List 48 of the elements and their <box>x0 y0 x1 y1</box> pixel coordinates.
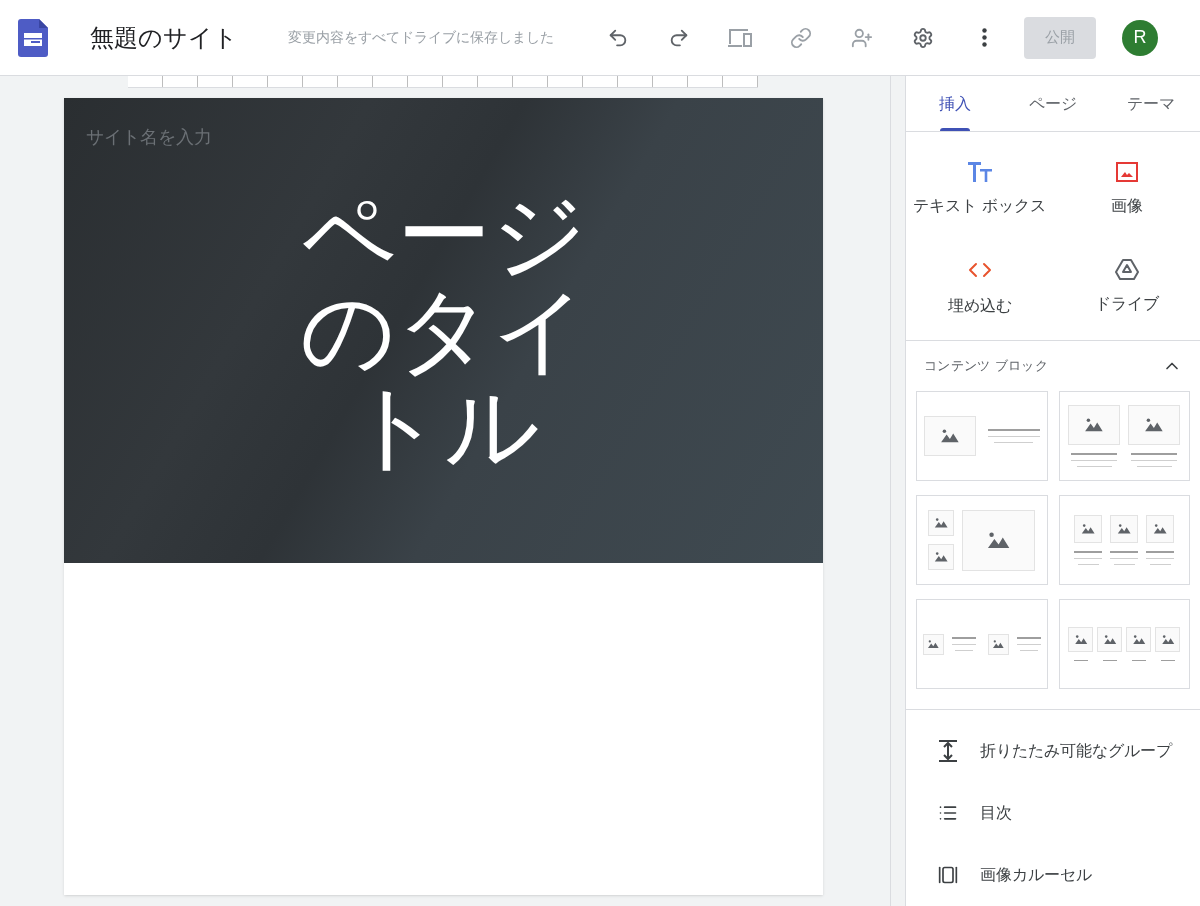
insert-item[interactable]: 埋め込む <box>906 258 1053 319</box>
image-icon <box>1117 524 1132 534</box>
site-title[interactable]: 無題のサイト <box>90 19 270 56</box>
content-block-layout[interactable] <box>1058 391 1190 481</box>
image-icon <box>926 639 940 649</box>
image-icon <box>986 531 1012 549</box>
image-icon <box>1073 634 1088 645</box>
image-icon <box>1102 634 1117 645</box>
panel-tab[interactable]: ページ <box>1004 76 1102 132</box>
image-icon <box>1084 418 1105 432</box>
site-logo-icon[interactable] <box>18 18 48 57</box>
save-status: 変更内容をすべてドライブに保存しました <box>288 28 555 47</box>
image-icon <box>939 429 960 443</box>
link-icon <box>790 26 812 49</box>
expand-vertical-icon <box>938 740 958 762</box>
component-item[interactable]: 折りたたみ可能なグループ <box>906 720 1200 782</box>
image-icon <box>1160 634 1175 645</box>
content-block-layout[interactable] <box>1058 495 1190 585</box>
image-icon <box>934 552 949 562</box>
content-block-layout[interactable] <box>916 495 1048 585</box>
more-icon <box>981 28 987 47</box>
panel-tab[interactable]: 挿入 <box>906 76 1004 132</box>
image-icon <box>991 639 1005 649</box>
devices-icon <box>727 26 753 49</box>
component-item[interactable]: 目次 <box>906 782 1200 844</box>
settings-icon <box>912 26 934 49</box>
image-icon <box>1153 524 1168 534</box>
insert-item[interactable]: 画像 <box>1053 162 1200 219</box>
insert-item[interactable]: テキスト ボックス <box>906 162 1053 219</box>
content-block-layout[interactable] <box>916 599 1048 689</box>
content-block-layout[interactable] <box>1058 599 1190 689</box>
header-banner[interactable]: サイト名を入力 ページのタイトル <box>64 98 823 563</box>
add-person-icon <box>851 26 873 49</box>
scrollbar-track[interactable] <box>890 76 905 906</box>
image-icon <box>1131 634 1146 645</box>
content-block-layout[interactable] <box>916 391 1048 481</box>
triangle-icon <box>1114 258 1139 281</box>
image-icon <box>1144 418 1165 432</box>
text-icon <box>967 162 992 183</box>
insert-item[interactable]: ドライブ <box>1053 258 1200 319</box>
image-icon <box>934 518 949 528</box>
image-icon <box>1081 524 1096 534</box>
image-icon <box>1115 162 1138 183</box>
component-item[interactable]: 画像カルーセル <box>906 844 1200 906</box>
user-avatar[interactable]: R <box>1122 19 1158 56</box>
page-title[interactable]: ページのタイトル <box>293 187 594 475</box>
section-title: コンテンツ ブロック <box>924 357 1048 376</box>
panel-tab[interactable]: テーマ <box>1102 76 1200 132</box>
